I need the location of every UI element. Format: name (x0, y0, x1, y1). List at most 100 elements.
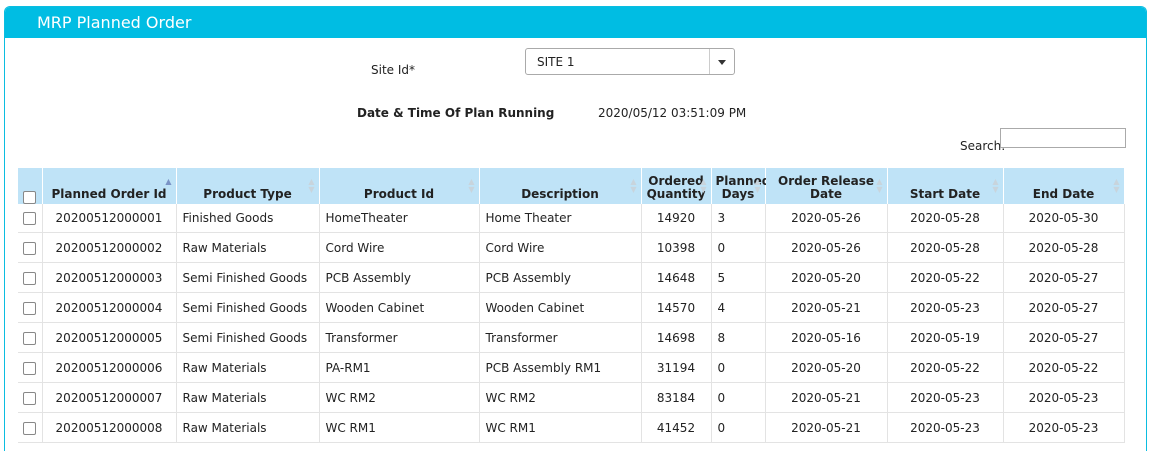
table-row[interactable]: 20200512000001 Finished Goods HomeTheater H… (18, 204, 1125, 233)
table-cell: 2020-05-21 (765, 412, 888, 443)
table-cell: 2020-05-22 (1003, 352, 1125, 383)
column-header-order-release-date[interactable]: Order Release Date ▲ ▼ (765, 168, 888, 204)
table-cell: WC RM2 (479, 382, 642, 413)
column-header-end-date[interactable]: End Date ▲ ▼ (1003, 168, 1125, 204)
table-cell: 2020-05-21 (765, 292, 888, 323)
row-checkbox[interactable] (23, 301, 37, 315)
table-cell: 10398 (641, 232, 712, 263)
column-header-start-date[interactable]: Start Date ▲ ▼ (887, 168, 1004, 204)
row-checkbox-cell (18, 352, 43, 383)
table-cell: PCB Assembly (319, 262, 480, 293)
table-cell: Raw Materials (176, 352, 320, 383)
column-header-ordered-quantity[interactable]: Ordered Quantity ▲ ▼ (641, 168, 712, 204)
chevron-down-icon[interactable] (718, 60, 726, 65)
column-header-planned-days[interactable]: Planned Days ▲ ▼ (711, 168, 770, 204)
table-cell: WC RM1 (319, 412, 480, 443)
column-header-planned-order-id[interactable]: Planned Order Id ▲ (42, 168, 177, 204)
table-row[interactable]: 20200512000006 Raw Materials PA-RM1 PCB Ass… (18, 352, 1125, 383)
table-cell: Raw Materials (176, 412, 320, 443)
table-cell: HomeTheater (319, 204, 480, 233)
row-checkbox[interactable] (23, 241, 37, 255)
plan-time-label: Date & Time Of Plan Running (357, 106, 555, 120)
table-row[interactable]: 20200512000004 Semi Finished Goods Wooden … (18, 292, 1125, 323)
table-cell: Raw Materials (176, 382, 320, 413)
table-cell: Finished Goods (176, 204, 320, 233)
table-cell: 14648 (641, 262, 712, 293)
row-checkbox[interactable] (23, 271, 37, 285)
sort-icon: ▲ ▼ (630, 177, 637, 194)
table-cell: 20200512000008 (42, 412, 177, 443)
row-checkbox-cell (18, 382, 43, 413)
search-input[interactable] (1000, 128, 1126, 148)
table-cell: Home Theater (479, 204, 642, 233)
table-cell: 3 (711, 204, 766, 233)
table-cell: Wooden Cabinet (319, 292, 480, 323)
select-divider (709, 49, 710, 74)
table-cell: Semi Finished Goods (176, 292, 320, 323)
table-cell: 2020-05-21 (765, 382, 888, 413)
table-row[interactable]: 20200512000008 Raw Materials WC RM1 WC RM1 4… (18, 412, 1125, 443)
table-cell: Semi Finished Goods (176, 322, 320, 353)
table-cell: 0 (711, 352, 766, 383)
row-checkbox[interactable] (23, 361, 37, 375)
table-cell: Raw Materials (176, 232, 320, 263)
column-header-product-type[interactable]: Product Type ▲ ▼ (176, 168, 320, 204)
table-cell: 8 (711, 322, 766, 353)
table-cell: 0 (711, 382, 766, 413)
table-cell: 20200512000002 (42, 232, 177, 263)
table-cell: 20200512000001 (42, 204, 177, 233)
table-cell: 2020-05-19 (887, 322, 1004, 353)
column-header-product-id[interactable]: Product Id ▲ ▼ (319, 168, 480, 204)
table-cell: 2020-05-23 (1003, 382, 1125, 413)
table-cell: Semi Finished Goods (176, 262, 320, 293)
table-row[interactable]: 20200512000002 Raw Materials Cord Wire Cord… (18, 232, 1125, 263)
sort-icon: ▲ ▼ (876, 177, 883, 194)
table-cell: Wooden Cabinet (479, 292, 642, 323)
table-cell: PA-RM1 (319, 352, 480, 383)
row-checkbox[interactable] (23, 421, 37, 435)
table-cell: 2020-05-28 (1003, 232, 1125, 263)
table-cell: 2020-05-22 (887, 262, 1004, 293)
table-cell: 20200512000005 (42, 322, 177, 353)
table-row[interactable]: 20200512000005 Semi Finished Goods Transfo… (18, 322, 1125, 353)
table-cell: 41452 (641, 412, 712, 443)
table-cell: 20200512000006 (42, 352, 177, 383)
plan-time-value: 2020/05/12 03:51:09 PM (598, 106, 747, 120)
table-cell: 14570 (641, 292, 712, 323)
table-cell: 20200512000007 (42, 382, 177, 413)
sort-icon: ▲ ▼ (754, 177, 761, 194)
row-checkbox-cell (18, 262, 43, 293)
table-cell: 4 (711, 292, 766, 323)
table-cell: WC RM2 (319, 382, 480, 413)
table-cell: 2020-05-20 (765, 262, 888, 293)
table-cell: WC RM1 (479, 412, 642, 443)
table-row[interactable]: 20200512000003 Semi Finished Goods PCB Ass… (18, 262, 1125, 293)
table-cell: 20200512000003 (42, 262, 177, 293)
search-label: Search: (960, 139, 1006, 153)
select-all-checkbox[interactable] (23, 191, 37, 204)
column-header-description[interactable]: Description ▲ ▼ (479, 168, 642, 204)
panel-title: MRP Planned Order (5, 7, 1146, 38)
table-cell: 83184 (641, 382, 712, 413)
table-cell: 0 (711, 232, 766, 263)
sort-asc-icon: ▲ (165, 177, 172, 186)
sort-icon: ▲ ▼ (992, 177, 999, 194)
row-checkbox[interactable] (23, 212, 37, 225)
sort-icon: ▲ ▼ (468, 177, 475, 194)
table-cell: 31194 (641, 352, 712, 383)
table-cell: 2020-05-23 (887, 292, 1004, 323)
site-id-value: SITE 1 (537, 55, 575, 69)
row-checkbox[interactable] (23, 331, 37, 345)
table-cell: 2020-05-27 (1003, 262, 1125, 293)
select-all-checkbox-cell (18, 168, 43, 204)
table-cell: 2020-05-27 (1003, 322, 1125, 353)
sort-icon: ▲ ▼ (308, 177, 315, 194)
row-checkbox-cell (18, 232, 43, 263)
table-row[interactable]: 20200512000007 Raw Materials WC RM2 WC RM2 8… (18, 382, 1125, 413)
row-checkbox[interactable] (23, 391, 37, 405)
site-id-select[interactable]: SITE 1 (525, 48, 735, 75)
table-cell: 20200512000004 (42, 292, 177, 323)
row-checkbox-cell (18, 322, 43, 353)
table-cell: 2020-05-23 (1003, 412, 1125, 443)
row-checkbox-cell (18, 412, 43, 443)
